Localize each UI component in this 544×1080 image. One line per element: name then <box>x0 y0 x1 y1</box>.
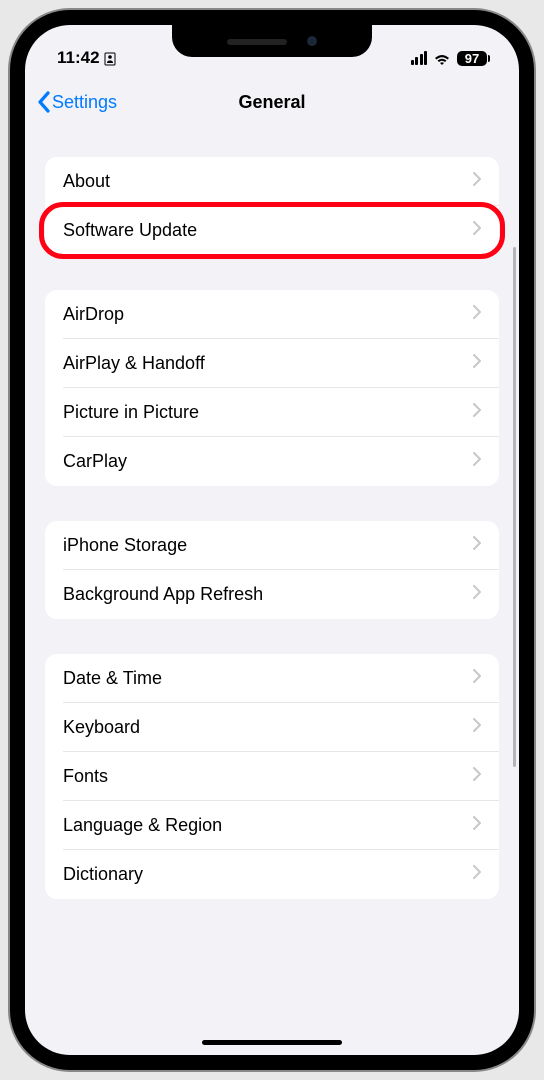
row-label: Background App Refresh <box>63 584 263 605</box>
settings-row[interactable]: AirPlay & Handoff <box>45 339 499 388</box>
back-label: Settings <box>52 92 117 113</box>
chevron-right-icon <box>473 305 481 324</box>
chevron-right-icon <box>473 221 481 240</box>
phone-frame: 11:42 97 <box>10 10 534 1070</box>
chevron-right-icon <box>473 354 481 373</box>
settings-row[interactable]: Dictionary <box>45 850 499 899</box>
settings-row[interactable]: Background App Refresh <box>45 570 499 619</box>
person-icon <box>104 51 116 65</box>
row-label: Software Update <box>63 220 197 241</box>
settings-row[interactable]: Language & Region <box>45 801 499 850</box>
settings-row[interactable]: About <box>45 157 499 206</box>
scroll-indicator[interactable] <box>513 247 516 767</box>
chevron-right-icon <box>473 585 481 604</box>
chevron-right-icon <box>473 865 481 884</box>
settings-row[interactable]: Keyboard <box>45 703 499 752</box>
battery-icon: 97 <box>457 51 487 66</box>
settings-section: About Software Update <box>45 157 499 255</box>
row-label: About <box>63 171 110 192</box>
row-label: AirDrop <box>63 304 124 325</box>
settings-section: Date & Time Keyboard Fonts Language & Regio… <box>45 654 499 899</box>
chevron-right-icon <box>473 718 481 737</box>
nav-title: General <box>238 92 305 113</box>
screen: 11:42 97 <box>25 25 519 1055</box>
chevron-back-icon <box>37 90 51 114</box>
row-label: Language & Region <box>63 815 222 836</box>
row-label: Dictionary <box>63 864 143 885</box>
status-left: 11:42 <box>57 48 116 68</box>
wifi-icon <box>433 51 451 65</box>
settings-row[interactable]: AirDrop <box>45 290 499 339</box>
status-right: 97 <box>411 51 488 66</box>
chevron-right-icon <box>473 767 481 786</box>
settings-row[interactable]: Software Update <box>45 206 499 255</box>
cellular-icon <box>411 51 428 65</box>
settings-row[interactable]: Fonts <box>45 752 499 801</box>
row-label: Keyboard <box>63 717 140 738</box>
settings-section: AirDrop AirPlay & Handoff Picture in Pictu… <box>45 290 499 486</box>
nav-bar: Settings General <box>25 77 519 127</box>
row-label: Fonts <box>63 766 108 787</box>
battery-percent: 97 <box>465 51 479 66</box>
chevron-right-icon <box>473 536 481 555</box>
chevron-right-icon <box>473 452 481 471</box>
content[interactable]: About Software Update AirDrop AirPlay & Han… <box>25 127 519 1055</box>
chevron-right-icon <box>473 669 481 688</box>
row-label: AirPlay & Handoff <box>63 353 205 374</box>
chevron-right-icon <box>473 816 481 835</box>
status-time: 11:42 <box>57 48 100 68</box>
back-button[interactable]: Settings <box>37 90 117 114</box>
settings-row[interactable]: iPhone Storage <box>45 521 499 570</box>
row-label: iPhone Storage <box>63 535 187 556</box>
settings-section: iPhone Storage Background App Refresh <box>45 521 499 619</box>
settings-row[interactable]: CarPlay <box>45 437 499 486</box>
chevron-right-icon <box>473 172 481 191</box>
settings-row[interactable]: Picture in Picture <box>45 388 499 437</box>
settings-row[interactable]: Date & Time <box>45 654 499 703</box>
row-label: Picture in Picture <box>63 402 199 423</box>
row-label: CarPlay <box>63 451 127 472</box>
notch <box>172 25 372 57</box>
row-label: Date & Time <box>63 668 162 689</box>
home-indicator[interactable] <box>202 1040 342 1045</box>
chevron-right-icon <box>473 403 481 422</box>
